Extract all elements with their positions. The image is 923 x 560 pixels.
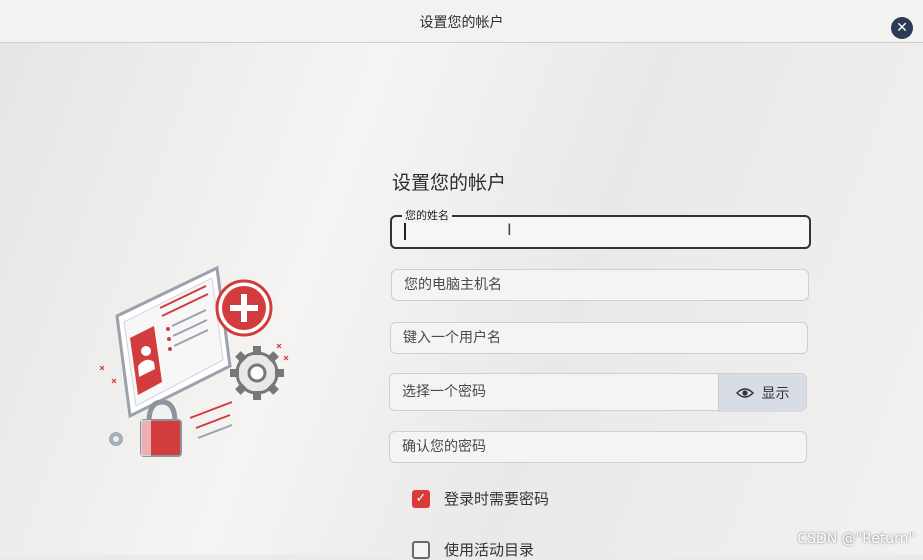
title-bar: 设置您的帐户 ✕ <box>0 0 923 43</box>
gear-icon <box>230 346 284 400</box>
monitor-icon <box>115 265 232 419</box>
active-directory-label: 使用活动目录 <box>444 541 535 559</box>
text-caret <box>404 223 406 240</box>
eye-icon <box>735 388 754 398</box>
password-field[interactable]: 显示 <box>389 373 807 412</box>
padlock-icon <box>140 399 182 457</box>
confirm-password-input[interactable] <box>390 432 806 462</box>
username-input[interactable] <box>391 323 807 353</box>
show-password-button[interactable]: 显示 <box>718 374 806 412</box>
full-name-label: 您的姓名 <box>402 207 452 223</box>
hostname-field[interactable] <box>391 269 809 301</box>
watermark: CSDN @"Return" <box>797 531 915 547</box>
setup-page: 设置您的帐户 您的姓名 I 显示 ✓ <box>0 43 923 559</box>
active-directory-row[interactable]: 使用活动目录 <box>412 539 534 560</box>
mouse-cursor-icon: I <box>507 220 512 239</box>
small-gear-icon <box>109 432 123 446</box>
close-button[interactable]: ✕ <box>891 17 913 39</box>
active-directory-checkbox[interactable] <box>412 540 430 559</box>
hostname-input[interactable] <box>392 270 808 300</box>
require-password-label: 登录时需要密码 <box>444 490 550 508</box>
close-icon: ✕ <box>896 20 908 36</box>
show-password-label: 显示 <box>761 386 790 402</box>
add-badge-icon <box>215 279 273 337</box>
confirm-password-field[interactable] <box>389 431 807 463</box>
require-password-row[interactable]: ✓ 登录时需要密码 <box>412 488 549 509</box>
full-name-field[interactable]: 您的姓名 I <box>390 207 811 249</box>
password-input[interactable] <box>390 374 720 410</box>
username-field[interactable] <box>390 322 808 354</box>
form-heading: 设置您的帐户 <box>392 172 507 194</box>
window-title: 设置您的帐户 <box>419 15 504 31</box>
account-setup-illustration <box>99 265 289 457</box>
require-password-checkbox[interactable]: ✓ <box>412 489 430 508</box>
